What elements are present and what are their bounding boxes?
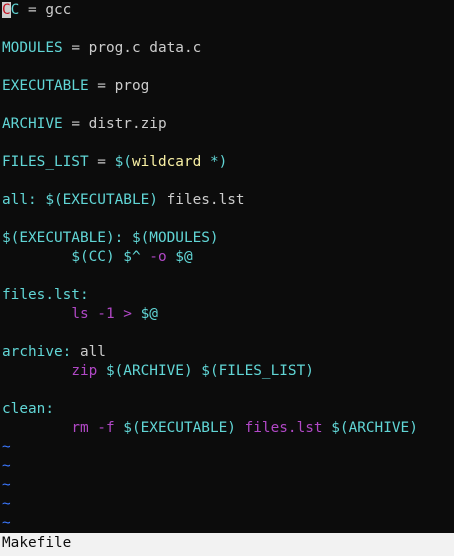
terminal-window: CC = gcc MODULES = prog.c data.c EXECUTA… — [0, 0, 454, 556]
code-line: all: $(EXECUTABLE) files.lst — [2, 192, 245, 208]
code-line: zip $(ARCHIVE) $(FILES_LIST) — [71, 363, 314, 379]
code-line: files.lst: — [2, 287, 89, 303]
code-line: ARCHIVE = distr.zip — [2, 116, 167, 132]
empty-line-tilde: ~ — [2, 496, 11, 512]
empty-line-tilde: ~ — [2, 477, 11, 493]
text-cursor: C — [2, 2, 11, 18]
code-line: $(CC) $^ -o $@ — [71, 249, 193, 265]
empty-line-tilde: ~ — [2, 458, 11, 474]
code-line: ls -1 > $@ — [71, 306, 158, 322]
empty-line-tilde: ~ — [2, 439, 11, 455]
editor-buffer[interactable]: CC = gcc MODULES = prog.c data.c EXECUTA… — [2, 1, 452, 533]
code-line: CC = gcc — [2, 2, 72, 18]
code-line: MODULES = prog.c data.c — [2, 40, 202, 56]
code-line: rm -f $(EXECUTABLE) files.lst $(ARCHIVE) — [71, 420, 418, 436]
filename-label: Makefile — [2, 535, 72, 551]
code-line: EXECUTABLE = prog — [2, 78, 150, 94]
code-line: archive: all — [2, 344, 106, 360]
status-bar: Makefile — [0, 533, 454, 556]
code-line: $(EXECUTABLE): $(MODULES) — [2, 230, 219, 246]
empty-line-tilde: ~ — [2, 515, 11, 531]
code-line: FILES_LIST = $(wildcard *) — [2, 154, 228, 170]
code-line: clean: — [2, 401, 54, 417]
